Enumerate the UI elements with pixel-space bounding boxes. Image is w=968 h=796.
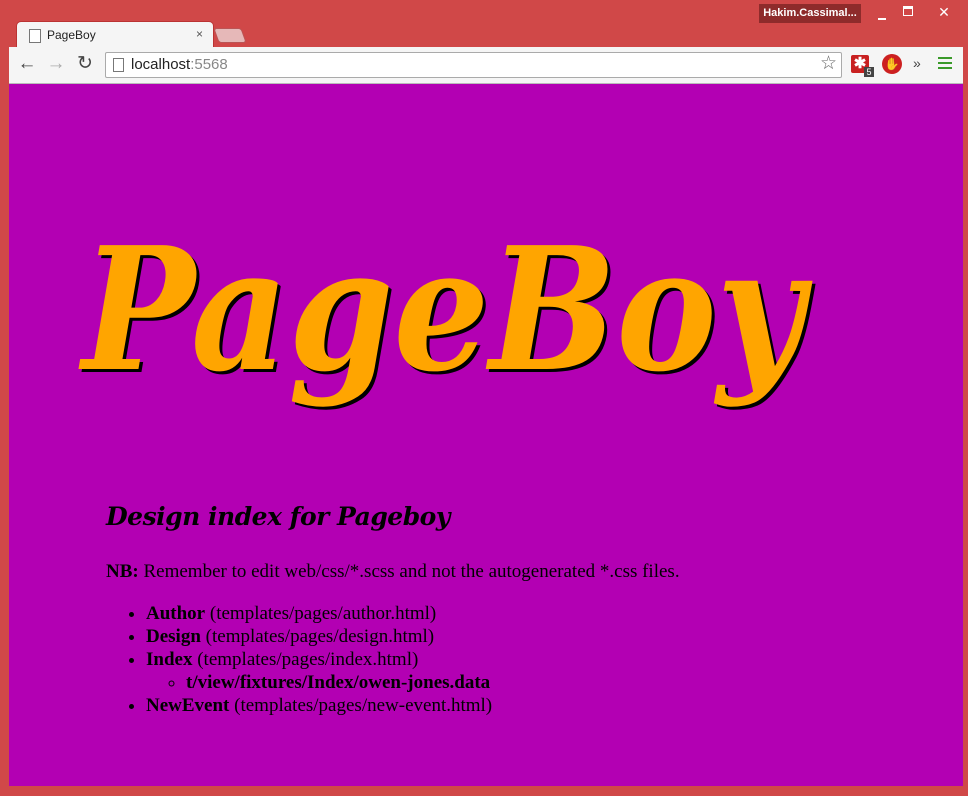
- minimize-button[interactable]: [868, 2, 896, 22]
- fixture-list: t/view/fixtures/Index/owen-jones.data: [146, 671, 492, 694]
- page-path: (templates/pages/design.html): [200, 626, 435, 647]
- note-label: NB:: [106, 561, 139, 582]
- address-bar[interactable]: localhost:5568 ☆: [105, 52, 842, 78]
- page-link-author[interactable]: Author: [146, 603, 205, 624]
- note-text: Remember to edit web/css/*.scss and not …: [138, 561, 680, 582]
- forward-button[interactable]: →: [44, 53, 68, 75]
- adblock-icon[interactable]: ✋: [882, 54, 902, 74]
- list-item: Design (templates/pages/design.html): [146, 625, 492, 648]
- maximize-icon: [903, 6, 913, 16]
- page-icon: [113, 58, 124, 72]
- url-port: :5568: [190, 56, 228, 73]
- pageboy-logo: PageBoy PageBoy: [78, 210, 816, 413]
- page-viewport: PageBoy PageBoy Design index for Pageboy…: [9, 84, 963, 786]
- extensions-overflow-button[interactable]: »: [913, 55, 921, 71]
- url-host: localhost: [131, 56, 191, 73]
- maximize-button[interactable]: [894, 2, 922, 22]
- close-window-button[interactable]: ✕: [930, 2, 958, 22]
- chrome-menu-icon[interactable]: [938, 57, 952, 71]
- back-button[interactable]: ←: [15, 53, 39, 75]
- page-path: (templates/pages/new-event.html): [229, 695, 493, 716]
- bookmark-star-icon[interactable]: ☆: [820, 53, 837, 75]
- page-link-newevent[interactable]: NewEvent: [146, 695, 229, 716]
- url-text[interactable]: localhost:5568: [131, 56, 228, 73]
- page-list: Author (templates/pages/author.html) Des…: [106, 602, 492, 717]
- tab-close-button[interactable]: ×: [196, 27, 203, 41]
- browser-toolbar: ← → ↻ localhost:5568 ☆ ✱ 5 ✋ »: [9, 47, 963, 84]
- page-link-index[interactable]: Index: [146, 649, 192, 670]
- logo-text: PageBoy: [78, 210, 813, 410]
- page-icon: [29, 29, 41, 43]
- fixture-link[interactable]: t/view/fixtures/Index/owen-jones.data: [186, 672, 490, 693]
- tab-title: PageBoy: [47, 28, 96, 42]
- minimize-icon: [878, 18, 886, 20]
- page-heading: Design index for Pageboy: [106, 502, 450, 531]
- extension-badge: 5: [864, 67, 874, 77]
- browser-tab[interactable]: PageBoy ×: [16, 21, 214, 49]
- list-item: Index (templates/pages/index.html) t/vie…: [146, 648, 492, 694]
- list-item: t/view/fixtures/Index/owen-jones.data: [186, 671, 492, 694]
- list-item: NewEvent (templates/pages/new-event.html…: [146, 694, 492, 717]
- window-titlebar: Hakim.Cassimal... ✕ PageBoy ×: [0, 0, 968, 49]
- page-path: (templates/pages/index.html): [192, 649, 419, 670]
- new-tab-button[interactable]: [213, 28, 247, 43]
- list-item: Author (templates/pages/author.html): [146, 602, 492, 625]
- profile-badge[interactable]: Hakim.Cassimal...: [759, 4, 861, 23]
- page-link-design[interactable]: Design: [146, 626, 201, 647]
- note-paragraph: NB: Remember to edit web/css/*.scss and …: [106, 561, 680, 583]
- reload-button[interactable]: ↻: [73, 53, 97, 75]
- page-path: (templates/pages/author.html): [205, 603, 437, 624]
